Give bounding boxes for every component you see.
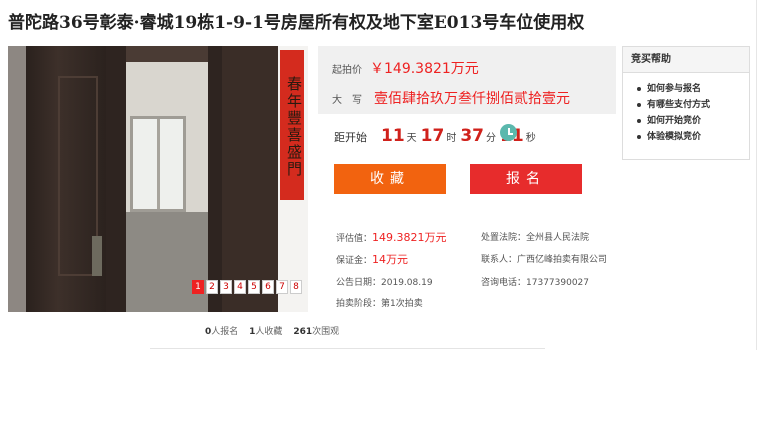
photo-wall	[8, 46, 26, 312]
divider	[756, 0, 757, 350]
contact-row: 联系人：广西亿峰拍卖有限公司	[481, 255, 608, 265]
help-link-signup[interactable]: 如何参与报名	[637, 81, 749, 97]
red-couplet: 春年豐喜盛門	[280, 50, 304, 200]
start-price: ￥149.3821万元	[370, 61, 479, 77]
signup-stat: 0人报名	[205, 327, 239, 337]
help-title: 竞买帮助	[623, 47, 749, 73]
pager-page-6[interactable]: 6	[262, 280, 274, 294]
register-button[interactable]: 报名	[470, 164, 582, 194]
countdown-hours: 17	[420, 126, 445, 146]
deposit-row: 保证金：14万元	[336, 253, 409, 266]
auction-stage: 第1次拍卖	[381, 299, 423, 309]
phone-row: 咨询电话：17377390027	[481, 278, 590, 288]
photo-pager[interactable]: 1 2 3 4 5 6 7 8	[192, 280, 302, 294]
court-name: 全州县人民法院	[526, 233, 590, 243]
pager-page-7[interactable]: 7	[276, 280, 288, 294]
help-link-simulate[interactable]: 体验模拟竞价	[637, 129, 749, 145]
photo-door	[26, 46, 106, 312]
court-row: 处置法院：全州县人民法院	[481, 233, 590, 243]
view-stat: 261次围观	[293, 327, 340, 337]
price-in-words: 壹佰肆拾玖万叁仟捌佰贰拾壹元	[374, 91, 570, 107]
divider	[150, 348, 545, 349]
auction-stage-row: 拍卖阶段：第1次拍卖	[336, 299, 423, 309]
phone-number: 17377390027	[526, 278, 590, 288]
pager-page-1[interactable]: 1	[192, 280, 204, 294]
pager-page-4[interactable]: 4	[234, 280, 246, 294]
favorite-stat: 1人收藏	[249, 327, 283, 337]
announce-date: 2019.08.19	[381, 278, 433, 288]
appraisal-value: 149.3821万元	[372, 231, 447, 244]
bidding-help-panel: 竞买帮助 如何参与报名 有哪些支付方式 如何开始竞价 体验模拟竞价	[622, 46, 750, 160]
deposit-value: 14万元	[372, 253, 409, 266]
property-photo[interactable]: 春年豐喜盛門	[8, 46, 308, 312]
help-link-payment[interactable]: 有哪些支付方式	[637, 97, 749, 113]
countdown-minutes: 37	[460, 126, 485, 146]
start-price-row: 起拍价 ￥149.3821万元	[332, 61, 479, 77]
help-link-bidding[interactable]: 如何开始竞价	[637, 113, 749, 129]
stats-bar: 0人报名 1人收藏 261次围观	[205, 324, 347, 337]
price-box: 起拍价 ￥149.3821万元 大 写壹佰肆拾玖万叁仟捌佰贰拾壹元	[318, 46, 616, 114]
clock-icon	[500, 124, 517, 141]
pager-page-3[interactable]: 3	[220, 280, 232, 294]
pager-page-8[interactable]: 8	[290, 280, 302, 294]
countdown-days: 11	[381, 126, 405, 146]
price-caps-row: 大 写壹佰肆拾玖万叁仟捌佰贰拾壹元	[332, 91, 570, 107]
photo-window	[130, 116, 186, 212]
pager-page-2[interactable]: 2	[206, 280, 218, 294]
contact-name: 广西亿峰拍卖有限公司	[517, 255, 608, 265]
announce-date-row: 公告日期：2019.08.19	[336, 278, 433, 288]
favorite-button[interactable]: 收藏	[334, 164, 446, 194]
appraisal-row: 评估值：149.3821万元	[336, 231, 447, 244]
door-handle	[92, 236, 102, 276]
page-title: 普陀路36号彰泰·睿城19栋1-9-1号房屋所有权及地下室E013号车位使用权	[8, 13, 585, 33]
pager-page-5[interactable]: 5	[248, 280, 260, 294]
